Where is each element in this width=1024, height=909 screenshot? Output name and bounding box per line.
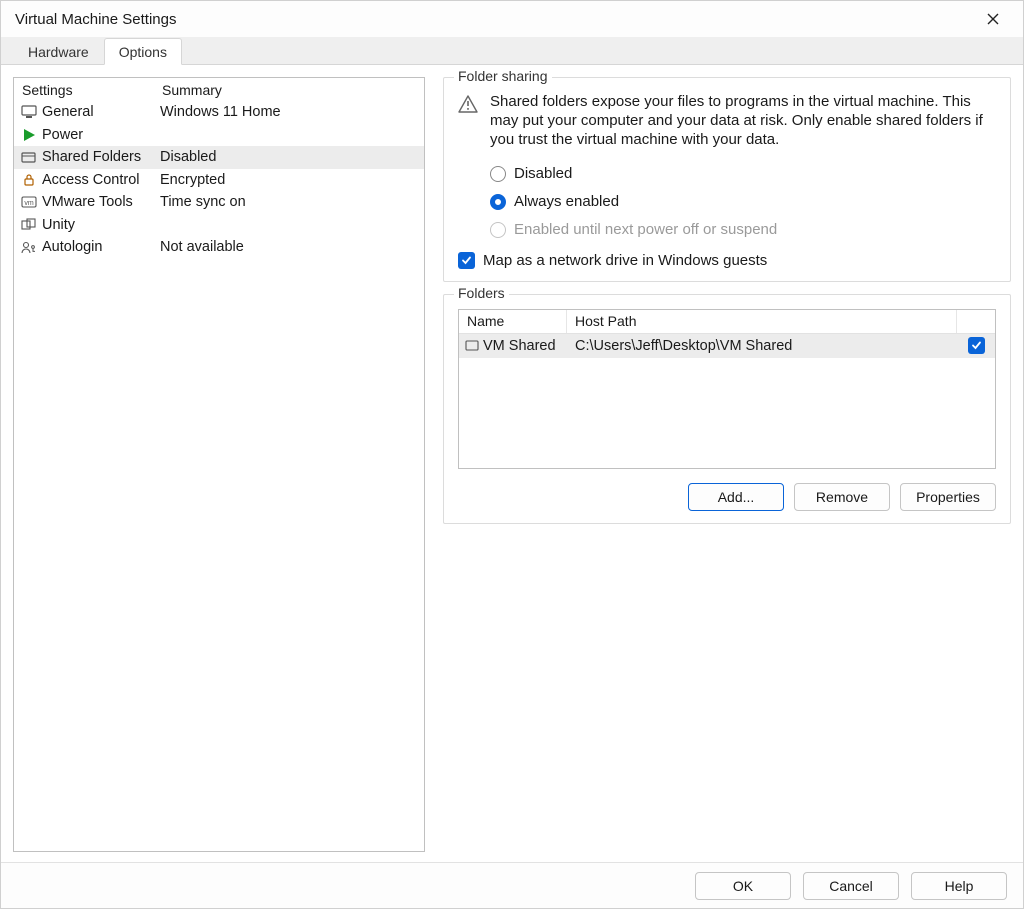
folders-col-enabled[interactable] (957, 310, 995, 333)
tab-hardware[interactable]: Hardware (13, 38, 104, 65)
settings-item-label: Autologin (42, 239, 160, 255)
settings-item-label: Unity (42, 217, 160, 233)
settings-item-label: VMware Tools (42, 194, 160, 210)
tabstrip: Hardware Options (1, 37, 1023, 65)
dialog-footer: OK Cancel Help (1, 862, 1023, 908)
dialog-body: Settings Summary General Windows 11 Home… (1, 65, 1023, 862)
titlebar: Virtual Machine Settings (1, 1, 1023, 37)
folder-buttons: Add... Remove Properties (458, 483, 996, 511)
folder-row-name: VM Shared (483, 338, 556, 354)
settings-item-general[interactable]: General Windows 11 Home (14, 101, 424, 124)
checkbox-icon (458, 252, 475, 269)
settings-item-autologin[interactable]: Autologin Not available (14, 236, 424, 259)
settings-col-header: Settings (22, 82, 162, 98)
warning-text: Shared folders expose your files to prog… (490, 92, 996, 150)
settings-list-header: Settings Summary (14, 78, 424, 101)
summary-col-header: Summary (162, 82, 222, 98)
autologin-icon (20, 239, 38, 255)
folders-col-name[interactable]: Name (459, 310, 567, 333)
folders-table-row[interactable]: VM Shared C:\Users\Jeff\Desktop\VM Share… (459, 334, 995, 358)
lock-icon (20, 172, 38, 188)
settings-item-power[interactable]: Power (14, 124, 424, 147)
radio-label: Enabled until next power off or suspend (514, 221, 777, 238)
close-button[interactable] (973, 4, 1013, 34)
unity-icon (20, 217, 38, 233)
folders-title: Folders (454, 285, 509, 301)
settings-item-vmware-tools[interactable]: vm VMware Tools Time sync on (14, 191, 424, 214)
radio-icon (490, 166, 506, 182)
radio-label: Always enabled (514, 193, 619, 210)
add-folder-button[interactable]: Add... (688, 483, 784, 511)
warning-icon (458, 94, 478, 114)
folder-row-path: C:\Users\Jeff\Desktop\VM Shared (567, 338, 957, 354)
radio-until-poweroff: Enabled until next power off or suspend (490, 216, 996, 244)
settings-item-label: Shared Folders (42, 149, 160, 165)
ok-button[interactable]: OK (695, 872, 791, 900)
folder-properties-button[interactable]: Properties (900, 483, 996, 511)
settings-item-summary: Not available (160, 239, 416, 255)
folder-enabled-checkbox[interactable] (968, 337, 985, 354)
settings-item-summary: Time sync on (160, 194, 416, 210)
folder-icon (465, 339, 479, 352)
vmtools-icon: vm (20, 194, 38, 210)
remove-folder-button[interactable]: Remove (794, 483, 890, 511)
tab-options[interactable]: Options (104, 38, 182, 65)
settings-item-summary: Encrypted (160, 172, 416, 188)
settings-item-shared-folders[interactable]: Shared Folders Disabled (14, 146, 424, 169)
play-icon (20, 127, 38, 143)
settings-rows: General Windows 11 Home Power Shared Fol… (14, 101, 424, 259)
radio-label: Disabled (514, 165, 572, 182)
settings-item-label: Power (42, 127, 160, 143)
folders-table-header: Name Host Path (459, 310, 995, 334)
map-network-drive-label: Map as a network drive in Windows guests (483, 252, 767, 269)
right-panel: Folder sharing Shared folders expose you… (443, 77, 1011, 852)
settings-item-summary: Windows 11 Home (160, 104, 416, 120)
settings-item-unity[interactable]: Unity (14, 214, 424, 237)
cancel-button[interactable]: Cancel (803, 872, 899, 900)
radio-always-enabled[interactable]: Always enabled (490, 188, 996, 216)
settings-item-access-control[interactable]: Access Control Encrypted (14, 169, 424, 192)
folder-share-icon (20, 149, 38, 165)
svg-text:vm: vm (24, 200, 34, 207)
radio-disabled[interactable]: Disabled (490, 160, 996, 188)
folders-table: Name Host Path VM Shared C:\Users\Jeff\D… (458, 309, 996, 469)
settings-item-summary: Disabled (160, 149, 416, 165)
close-icon (986, 12, 1000, 26)
help-button[interactable]: Help (911, 872, 1007, 900)
settings-item-label: Access Control (42, 172, 160, 188)
settings-item-label: General (42, 104, 160, 120)
folder-sharing-title: Folder sharing (454, 68, 552, 84)
settings-list: Settings Summary General Windows 11 Home… (13, 77, 425, 852)
folders-col-path[interactable]: Host Path (567, 310, 957, 333)
window-title: Virtual Machine Settings (15, 11, 176, 28)
map-network-drive-row[interactable]: Map as a network drive in Windows guests (458, 252, 996, 269)
monitor-icon (20, 104, 38, 120)
folders-group: Folders Name Host Path VM Shared (443, 294, 1011, 524)
radio-icon (490, 222, 506, 238)
warning-row: Shared folders expose your files to prog… (458, 92, 996, 150)
folder-sharing-group: Folder sharing Shared folders expose you… (443, 77, 1011, 282)
vm-settings-window: Virtual Machine Settings Hardware Option… (0, 0, 1024, 909)
radio-icon (490, 194, 506, 210)
sharing-radio-group: Disabled Always enabled Enabled until ne… (490, 160, 996, 244)
